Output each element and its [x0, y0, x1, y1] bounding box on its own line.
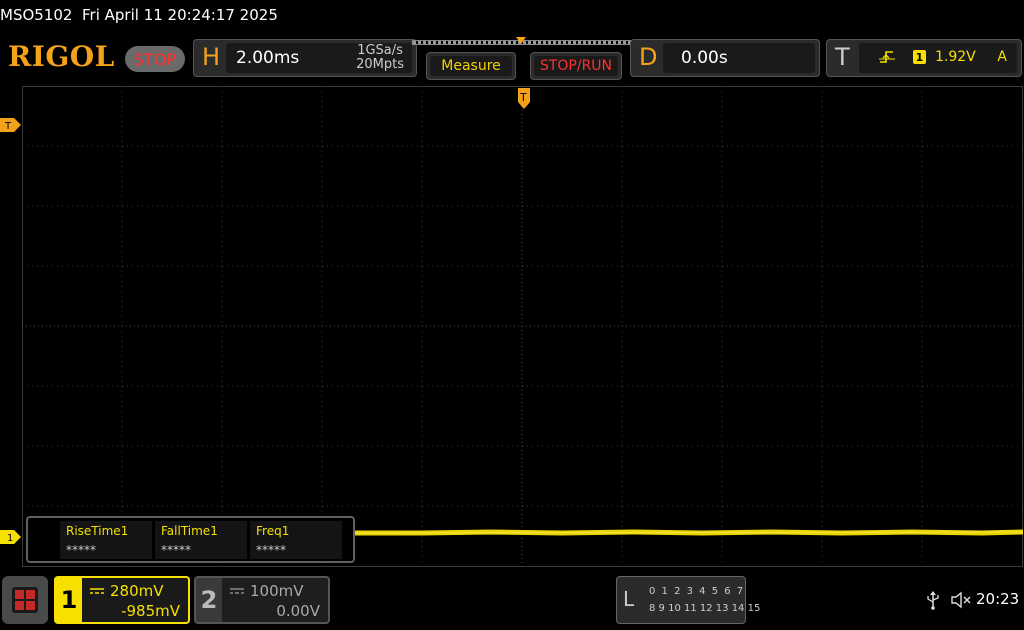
measurement-value: *****	[256, 543, 286, 557]
delay-panel[interactable]: D 0.00s	[630, 39, 820, 77]
trigger-source-badge: 1	[913, 50, 926, 64]
trigger-level: 1.92V	[935, 49, 976, 65]
trigger-label: T	[835, 43, 850, 71]
stop-run-button-label: STOP/RUN	[534, 56, 618, 76]
waveform-display[interactable]	[22, 86, 1023, 567]
measure-button[interactable]: Measure	[426, 52, 516, 80]
digital-channels-high: 8 9 10 11 12 13 14 15	[649, 603, 761, 614]
trigger-position-strip	[412, 37, 634, 47]
horizontal-label: H	[202, 43, 221, 71]
logic-analyzer-panel[interactable]: L 0 1 2 3 4 5 6 7 8 9 10 11 12 13 14 15	[616, 576, 760, 624]
stop-run-button[interactable]: STOP/RUN	[530, 52, 622, 80]
digital-channels-low: 0 1 2 3 4 5 6 7	[649, 586, 745, 597]
measurement-name: Freq1	[256, 524, 290, 538]
horizontal-panel[interactable]: H 2.00ms 1GSa/s 20Mpts	[193, 39, 417, 77]
center-axes	[22, 86, 1023, 567]
measurement-item[interactable]: RiseTime1 *****	[60, 521, 152, 559]
main-menu-button[interactable]	[2, 576, 48, 624]
delay-settings: 0.00s	[663, 43, 815, 73]
channel2-scale: 100mV	[250, 582, 304, 600]
delay-value: 0.00s	[681, 48, 728, 68]
timebase-value: 2.00ms	[236, 48, 300, 68]
sample-rate: 1GSa/s	[357, 43, 403, 58]
model-name: MSO5102	[0, 6, 73, 24]
trigger-panel[interactable]: T 1 1.92V A	[826, 39, 1022, 77]
measurement-value: *****	[161, 543, 191, 557]
date-time: Fri April 11 20:24:17 2025	[82, 6, 278, 24]
trigger-settings: 1 1.92V A	[859, 43, 1017, 73]
menu-grid-icon	[12, 587, 38, 613]
run-status-badge[interactable]: STOP	[125, 46, 185, 72]
trigger-level-marker-icon[interactable]: T	[0, 118, 22, 132]
measurement-name: RiseTime1	[66, 524, 129, 538]
channel1-offset-marker-icon[interactable]: 1	[0, 530, 22, 544]
measurement-name: FallTime1	[161, 524, 218, 538]
channel1-panel[interactable]: 1 280mV -985mV	[54, 576, 190, 624]
channel2-number: 2	[196, 578, 222, 622]
trigger-level-marker-label: T	[4, 121, 12, 132]
system-clock: 20:23	[976, 590, 1020, 608]
measurement-results[interactable]: RiseTime1 ***** FallTime1 ***** Freq1 **…	[26, 516, 355, 563]
mute-icon[interactable]	[950, 590, 972, 610]
trigger-time-marker-label: T	[519, 91, 527, 104]
dc-coupling-icon	[90, 588, 104, 594]
channel1-offset-marker-label: 1	[7, 533, 13, 544]
measurement-item[interactable]: FallTime1 *****	[155, 521, 247, 559]
channel2-offset: 0.00V	[276, 602, 320, 620]
trigger-mode: A	[997, 49, 1007, 65]
measurement-item[interactable]: Freq1 *****	[250, 521, 342, 559]
trigger-time-marker-icon[interactable]: T	[516, 88, 532, 110]
measure-button-label: Measure	[430, 56, 512, 76]
horizontal-settings: 2.00ms 1GSa/s 20Mpts	[226, 43, 412, 73]
channel2-panel[interactable]: 2 100mV 0.00V	[194, 576, 330, 624]
measurement-value: *****	[66, 543, 96, 557]
channel1-offset: -985mV	[121, 602, 180, 620]
usb-icon	[927, 591, 939, 610]
rising-edge-icon	[879, 51, 895, 63]
channel1-scale: 280mV	[110, 582, 164, 600]
dc-coupling-icon	[230, 588, 244, 594]
memory-depth: 20Mpts	[356, 57, 404, 72]
channel1-number: 1	[56, 578, 82, 622]
window-title: MSO5102 Fri April 11 20:24:17 2025	[0, 6, 278, 24]
trigger-position-icon	[516, 37, 526, 44]
logic-analyzer-label: L	[623, 587, 635, 611]
rigol-logo: RIGOL	[8, 40, 115, 73]
delay-label: D	[639, 43, 658, 71]
acquisition-info: 1GSa/s 20Mpts	[356, 44, 404, 72]
